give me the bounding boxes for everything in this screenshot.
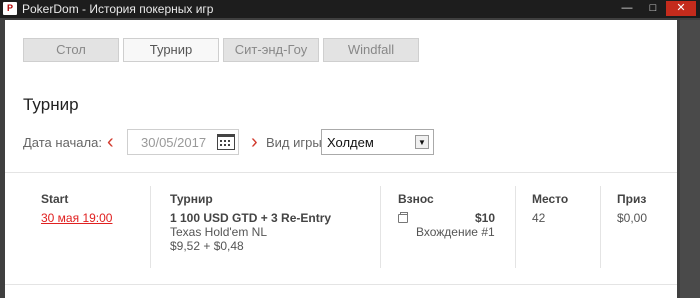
wallet-icon — [398, 212, 408, 223]
close-button[interactable]: ✕ — [666, 1, 696, 16]
column-header-place: Место — [532, 192, 569, 206]
window-controls: — □ ✕ — [614, 1, 696, 16]
start-date-label: Дата начала: — [23, 135, 102, 150]
column-header-prize: Приз — [617, 192, 647, 206]
dropdown-arrow-icon[interactable]: ▼ — [415, 135, 429, 149]
tournament-name: 1 100 USD GTD + 3 Re-Entry — [170, 211, 332, 225]
table-bottom-divider — [5, 284, 677, 285]
maximize-button[interactable]: □ — [640, 1, 666, 16]
column-divider — [380, 186, 381, 268]
buyin-amount: $10 — [475, 211, 496, 225]
game-type-label: Вид игры: — [266, 135, 326, 150]
place-value: 42 — [532, 211, 546, 225]
game-type-select[interactable]: Холдем ▼ — [321, 129, 434, 155]
window-title: PokerDom - История покерных игр — [22, 2, 214, 16]
history-panel: Стол Турнир Сит-энд-Гоу Windfall Турнир … — [5, 20, 677, 298]
tab-sit-and-go[interactable]: Сит-энд-Гоу — [223, 38, 319, 62]
column-divider — [150, 186, 151, 268]
chevron-left-icon[interactable]: ‹ — [107, 132, 114, 152]
app-logo-icon: P — [3, 2, 17, 15]
tab-table[interactable]: Стол — [23, 38, 119, 62]
tournament-game: Texas Hold'em NL — [170, 225, 267, 239]
tab-tournament[interactable]: Турнир — [123, 38, 219, 62]
window-titlebar: P PokerDom - История покерных игр — □ ✕ — [0, 0, 700, 18]
prize-value: $0,00 — [617, 211, 648, 225]
chevron-right-icon[interactable]: › — [251, 132, 258, 152]
page-title: Турнир — [23, 95, 79, 114]
calendar-icon[interactable] — [217, 134, 235, 150]
date-value: 30/05/2017 — [141, 135, 207, 150]
column-divider — [600, 186, 601, 268]
start-time-link[interactable]: 30 мая 19:00 — [41, 211, 112, 225]
filter-bar: Дата начала: ‹ 30/05/2017 › Вид игры: Хо… — [23, 129, 663, 155]
table-row: Start Турнир Взнос Место Приз 30 мая 19:… — [5, 172, 677, 284]
column-header-buyin: Взнос — [398, 192, 434, 206]
date-field[interactable]: 30/05/2017 — [127, 129, 239, 155]
minimize-button[interactable]: — — [614, 1, 640, 16]
column-divider — [515, 186, 516, 268]
buyin-entry: Вхождение #1 — [416, 225, 495, 239]
column-header-tournament: Турнир — [170, 192, 213, 206]
tab-windfall[interactable]: Windfall — [323, 38, 419, 62]
column-header-start: Start — [41, 192, 69, 206]
game-type-value: Холдем — [327, 135, 374, 150]
tournament-fee: $9,52 + $0,48 — [170, 239, 244, 253]
vertical-scrollbar[interactable] — [680, 20, 700, 298]
game-tabs: Стол Турнир Сит-энд-Гоу Windfall — [23, 38, 423, 62]
